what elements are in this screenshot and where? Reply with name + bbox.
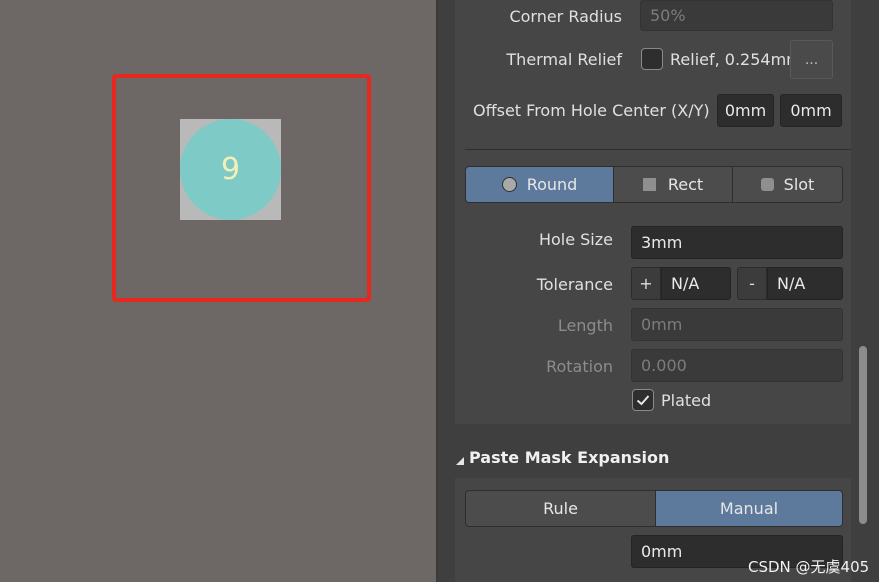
tab-rect[interactable]: Rect <box>613 166 733 203</box>
hole-size-label: Hole Size <box>538 230 613 249</box>
tab-round-label: Round <box>526 175 578 194</box>
pad-number-label: 9 <box>220 152 241 187</box>
thermal-relief-checkbox[interactable] <box>641 48 663 70</box>
checkmark-icon <box>636 395 650 406</box>
length-field[interactable]: 0mm <box>631 308 843 341</box>
plated-checkbox[interactable] <box>632 389 654 411</box>
rotation-field[interactable]: 0.000 <box>631 349 843 382</box>
section-separator <box>465 149 851 150</box>
slot-shape-icon <box>760 178 774 191</box>
pad-round-shape[interactable]: 9 <box>180 119 281 220</box>
tolerance-plus-field[interactable]: N/A <box>661 267 731 300</box>
tolerance-plus-sign: + <box>631 267 661 300</box>
paste-mask-title[interactable]: Paste Mask Expansion <box>469 448 669 467</box>
tab-rule-label: Rule <box>543 499 578 518</box>
thermal-relief-more-button[interactable]: ... <box>790 40 833 79</box>
length-label: Length <box>557 316 613 335</box>
offset-y-field[interactable]: 0mm <box>780 94 842 127</box>
tab-manual[interactable]: Manual <box>655 490 843 527</box>
plated-label: Plated <box>661 391 712 410</box>
watermark-text: CSDN @无虞405 <box>748 558 870 576</box>
tab-slot-label: Slot <box>783 175 815 194</box>
hole-size-field[interactable]: 3mm <box>631 226 843 259</box>
rect-shape-icon <box>642 178 656 191</box>
collapse-triangle-icon[interactable] <box>455 451 465 465</box>
round-radio-icon <box>501 177 517 192</box>
thermal-relief-text: Relief, 0.254mm <box>670 50 802 69</box>
tab-slot[interactable]: Slot <box>732 166 843 203</box>
scrollbar-thumb[interactable] <box>859 346 867 524</box>
tab-manual-label: Manual <box>719 499 779 518</box>
tolerance-minus-sign: - <box>737 267 767 300</box>
tab-rect-label: Rect <box>667 175 704 194</box>
corner-radius-label: Corner Radius <box>509 7 622 26</box>
tab-rule[interactable]: Rule <box>465 490 656 527</box>
offset-x-field[interactable]: 0mm <box>717 94 774 127</box>
tab-round[interactable]: Round <box>465 166 614 203</box>
thermal-relief-label: Thermal Relief <box>506 50 622 69</box>
tolerance-label: Tolerance <box>536 275 613 294</box>
offset-label: Offset From Hole Center (X/Y) <box>473 101 710 120</box>
tolerance-minus-field[interactable]: N/A <box>767 267 843 300</box>
corner-radius-field[interactable]: 50% <box>640 0 833 31</box>
rotation-label: Rotation <box>546 357 613 376</box>
